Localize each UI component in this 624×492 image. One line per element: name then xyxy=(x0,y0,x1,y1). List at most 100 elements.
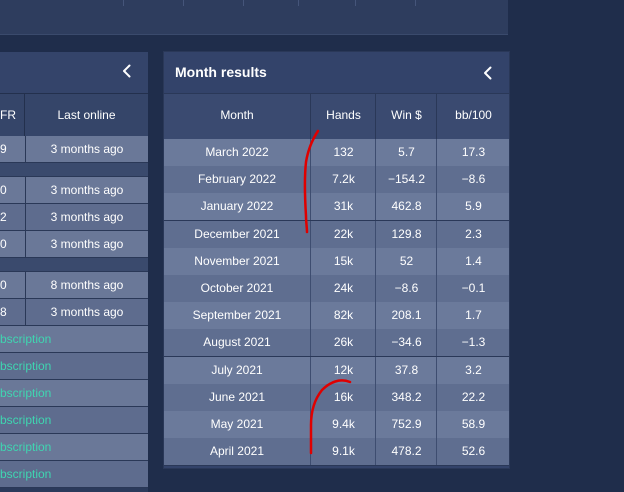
subscription-link[interactable]: bscription xyxy=(0,353,51,379)
win-cell: −154.2 xyxy=(375,166,437,194)
win-cell: 129.8 xyxy=(375,220,437,248)
hands-cell: 15k xyxy=(310,247,376,275)
month-cell: November 2021 xyxy=(194,253,280,268)
hands-cell: 16k xyxy=(310,383,376,411)
month-cell: February 2022 xyxy=(197,172,277,187)
table-row[interactable]: 0 8 months ago xyxy=(0,272,148,299)
win-cell: −34.6 xyxy=(375,329,437,357)
bb100-cell: −8.6 xyxy=(436,166,510,194)
table-row[interactable]: 8 3 months ago xyxy=(0,299,148,326)
win-cell: −8.6 xyxy=(375,275,437,302)
fr-value: 0 xyxy=(0,237,7,251)
last-online-value: 3 months ago xyxy=(25,231,148,257)
win-cell: 208.1 xyxy=(375,302,437,330)
column-header-month[interactable]: Month xyxy=(164,94,310,139)
fr-value: 8 xyxy=(0,305,7,319)
column-header-fr: FR xyxy=(0,108,16,122)
hands-cell: 9.1k xyxy=(310,438,376,466)
bb100-cell: 1.4 xyxy=(436,247,510,275)
upper-panel-divider xyxy=(183,0,184,6)
column-header-bb100[interactable]: bb/100 xyxy=(436,94,510,139)
month-cell: August 2021 xyxy=(203,335,271,350)
table-row[interactable]: January 2022 31k 462.8 5.9 xyxy=(164,193,510,222)
table-row[interactable]: December 2021 22k 129.8 2.3 xyxy=(164,220,509,249)
bb100-cell: 22.2 xyxy=(436,383,510,411)
win-cell: 348.2 xyxy=(375,383,437,411)
month-cell: April 2021 xyxy=(209,444,265,459)
hands-cell: 24k xyxy=(310,275,376,302)
hands-cell: 26k xyxy=(310,329,376,357)
hands-cell: 82k xyxy=(310,302,376,330)
table-row[interactable]: 0 3 months ago xyxy=(0,231,148,258)
table-row[interactable]: September 2021 82k 208.1 1.7 xyxy=(164,302,510,331)
month-results-panel: Month results Month Hands Win $ bb/100 M… xyxy=(163,51,510,469)
last-online-value: 8 months ago xyxy=(25,272,148,298)
hands-cell: 12k xyxy=(310,356,376,384)
bb100-cell: −0.1 xyxy=(436,275,510,302)
subscription-link[interactable]: bscription xyxy=(0,326,51,352)
win-cell: 52 xyxy=(375,247,437,275)
month-cell: March 2022 xyxy=(205,145,269,159)
fr-value: 2 xyxy=(0,210,7,224)
upper-panel-divider xyxy=(298,0,299,6)
players-table-header: FR Last online xyxy=(0,94,148,137)
players-panel-header xyxy=(0,52,148,94)
win-cell: 462.8 xyxy=(375,193,437,221)
hands-cell: 31k xyxy=(310,193,376,221)
table-row[interactable]: 0 3 months ago xyxy=(0,177,148,204)
table-row[interactable]: 2 3 months ago xyxy=(0,204,148,231)
table-row[interactable]: June 2021 16k 348.2 22.2 xyxy=(164,383,510,412)
table-row[interactable]: April 2021 9.1k 478.2 52.6 xyxy=(164,438,510,467)
win-cell: 752.9 xyxy=(375,411,437,438)
month-cell: July 2021 xyxy=(211,362,263,377)
upper-panel-divider xyxy=(355,0,356,6)
last-online-value: 3 months ago xyxy=(25,299,148,325)
bb100-cell: 52.6 xyxy=(436,438,510,466)
month-cell: October 2021 xyxy=(200,281,274,295)
table-row[interactable]: July 2021 12k 37.8 3.2 xyxy=(164,356,509,385)
upper-panel-divider xyxy=(415,0,416,6)
hands-cell: 7.2k xyxy=(310,166,376,194)
table-row[interactable]: November 2021 15k 52 1.4 xyxy=(164,247,510,276)
bb100-cell: 1.7 xyxy=(436,302,510,330)
table-row[interactable]: August 2021 26k −34.6 −1.3 xyxy=(164,329,510,358)
group-separator xyxy=(0,258,148,272)
chevron-left-icon[interactable] xyxy=(479,64,497,82)
month-cell: September 2021 xyxy=(192,308,282,323)
last-online-value: 3 months ago xyxy=(25,204,148,230)
table-row[interactable]: bscription xyxy=(0,461,148,488)
table-row[interactable]: bscription xyxy=(0,326,148,353)
table-row[interactable]: May 2021 9.4k 752.9 58.9 xyxy=(164,411,509,439)
hands-cell: 22k xyxy=(310,220,376,248)
month-cell: June 2021 xyxy=(208,389,266,404)
table-row[interactable]: bscription xyxy=(0,407,148,434)
subscription-link[interactable]: bscription xyxy=(0,461,51,487)
players-panel: FR Last online 9 3 months ago 0 3 months ag… xyxy=(0,52,148,492)
month-cell: January 2022 xyxy=(200,199,274,214)
panel-title: Month results xyxy=(175,64,267,80)
subscription-link[interactable]: bscription xyxy=(0,434,51,460)
hands-cell: 9.4k xyxy=(310,411,376,438)
table-row[interactable]: bscription xyxy=(0,434,148,461)
chevron-left-icon[interactable] xyxy=(118,62,136,80)
month-cell: May 2021 xyxy=(210,417,264,431)
table-row[interactable]: bscription xyxy=(0,353,148,380)
bb100-cell: −1.3 xyxy=(436,329,510,357)
month-cell: December 2021 xyxy=(194,226,280,241)
table-row[interactable]: March 2022 132 5.7 17.3 xyxy=(164,139,509,167)
table-row[interactable]: October 2021 24k −8.6 −0.1 xyxy=(164,275,509,303)
subscription-link[interactable]: bscription xyxy=(0,380,51,406)
subscription-link[interactable]: bscription xyxy=(0,407,51,433)
column-header-hands[interactable]: Hands xyxy=(310,94,376,139)
fr-value: 0 xyxy=(0,278,7,292)
table-row[interactable]: February 2022 7.2k −154.2 −8.6 xyxy=(164,166,510,195)
column-header-win[interactable]: Win $ xyxy=(375,94,437,139)
upper-panel-divider xyxy=(243,0,244,6)
hands-cell: 132 xyxy=(310,139,376,166)
column-header-last-online: Last online xyxy=(57,108,116,122)
bb100-cell: 5.9 xyxy=(436,193,510,221)
group-separator xyxy=(0,163,148,177)
table-row[interactable]: 9 3 months ago xyxy=(0,136,148,163)
table-row[interactable]: bscription xyxy=(0,380,148,407)
last-online-value: 3 months ago xyxy=(25,136,148,162)
